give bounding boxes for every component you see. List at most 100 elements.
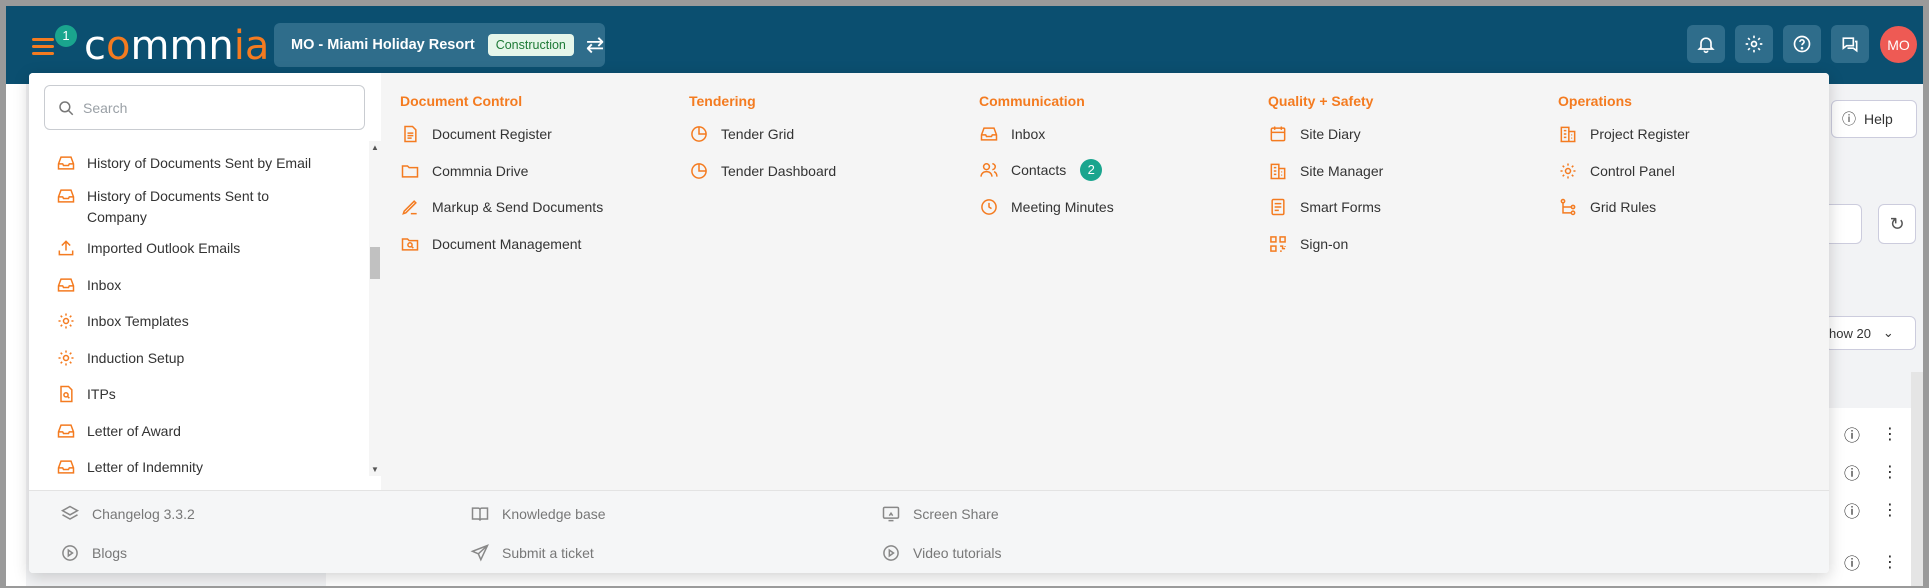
qr-code-icon <box>1268 234 1288 254</box>
refresh-button[interactable]: ↻ <box>1878 204 1916 244</box>
menu-item-label: Site Manager <box>1300 163 1384 179</box>
menu-item-grid-rules[interactable]: Grid Rules <box>1558 197 1656 217</box>
menu-item-contacts[interactable]: Contacts 2 <box>979 159 1103 181</box>
document-icon <box>400 124 420 144</box>
menu-item-site-manager[interactable]: Site Manager <box>1268 161 1383 181</box>
chat-button[interactable] <box>1831 25 1869 63</box>
search-input[interactable] <box>83 99 343 116</box>
menu-item-label: Tender Grid <box>721 126 795 142</box>
list-item[interactable]: History of Documents Sent to Company <box>56 186 306 228</box>
menu-item-document-register[interactable]: Document Register <box>400 124 552 144</box>
list-item-label: ITPs <box>87 386 116 402</box>
submit-ticket-link[interactable]: Submit a ticket <box>470 543 594 563</box>
menu-item-list: History of Documents Sent by Email Histo… <box>29 138 374 476</box>
list-item[interactable]: ITPs <box>56 384 116 405</box>
pie-chart-icon <box>689 124 709 144</box>
blogs-label: Blogs <box>92 545 128 561</box>
project-stage-badge: Construction <box>487 34 574 56</box>
menu-item-smart-forms[interactable]: Smart Forms <box>1268 197 1381 217</box>
sidebar-scrollbar[interactable]: ▲ ▼ <box>369 141 381 476</box>
menu-icon[interactable] <box>32 38 54 55</box>
menu-item-label: Commnia Drive <box>432 163 529 179</box>
book-icon <box>470 504 490 524</box>
menu-item-label: Site Diary <box>1300 126 1361 142</box>
building-icon <box>1268 161 1288 181</box>
project-selector[interactable]: MO - Miami Holiday Resort Construction ⇄ <box>274 23 605 67</box>
menu-item-commnia-drive[interactable]: Commnia Drive <box>400 161 528 181</box>
help-label: Help <box>1864 111 1893 127</box>
menu-item-meeting-minutes[interactable]: Meeting Minutes <box>979 197 1114 217</box>
blogs-link[interactable]: Blogs <box>60 543 127 563</box>
switch-project-icon[interactable]: ⇄ <box>586 34 604 56</box>
refresh-icon: ↻ <box>1889 213 1905 234</box>
column-title: Communication <box>979 93 1085 109</box>
menu-item-sign-on[interactable]: Sign-on <box>1268 234 1348 254</box>
notifications-button[interactable] <box>1687 25 1725 63</box>
folder-search-icon <box>400 234 420 254</box>
gear-icon <box>56 311 76 331</box>
more-icon[interactable]: ⋮ <box>1882 552 1898 572</box>
screen-share-label: Screen Share <box>913 506 999 522</box>
info-icon[interactable]: ⓘ <box>1844 498 1860 522</box>
changelog-label: Changelog 3.3.2 <box>92 506 195 522</box>
background-scrollbar[interactable] <box>1911 372 1923 586</box>
send-icon <box>470 543 490 563</box>
background-input[interactable] <box>1826 204 1862 244</box>
more-icon[interactable]: ⋮ <box>1882 462 1898 482</box>
menu-item-control-panel[interactable]: Control Panel <box>1558 161 1675 181</box>
users-icon <box>979 160 999 180</box>
scroll-down-icon[interactable]: ▼ <box>371 465 379 474</box>
list-item[interactable]: Letter of Award <box>56 421 181 442</box>
menu-item-site-diary[interactable]: Site Diary <box>1268 124 1361 144</box>
help-button[interactable]: ⓘ Help <box>1831 100 1917 138</box>
scroll-up-icon[interactable]: ▲ <box>371 143 379 152</box>
search-box[interactable] <box>44 85 365 130</box>
menu-item-label: Smart Forms <box>1300 199 1381 215</box>
inbox-icon <box>56 457 76 476</box>
app-frame: ⓘ Help ↻ how 20 ⌄ ⓘ ⋮ ⓘ ⋮ ⓘ ⋮ ⓘ ⋮ 1 commnia … <box>6 6 1923 586</box>
menu-item-tender-grid[interactable]: Tender Grid <box>689 124 794 144</box>
inbox-icon <box>56 275 76 295</box>
menu-item-inbox[interactable]: Inbox <box>979 124 1045 144</box>
menu-item-tender-dashboard[interactable]: Tender Dashboard <box>689 161 836 181</box>
menu-item-document-management[interactable]: Document Management <box>400 234 581 254</box>
knowledge-base-link[interactable]: Knowledge base <box>470 504 606 524</box>
menu-item-label: Project Register <box>1590 126 1690 142</box>
more-icon[interactable]: ⋮ <box>1882 500 1898 520</box>
list-item[interactable]: Imported Outlook Emails <box>56 238 240 259</box>
info-icon[interactable]: ⓘ <box>1844 550 1860 574</box>
list-item[interactable]: Letter of Indemnity <box>56 457 203 476</box>
chevron-down-icon: ⌄ <box>1882 325 1894 340</box>
menu-item-markup-send[interactable]: Markup & Send Documents <box>400 197 603 217</box>
menu-item-label: Control Panel <box>1590 163 1675 179</box>
changelog-link[interactable]: Changelog 3.3.2 <box>60 504 195 524</box>
more-icon[interactable]: ⋮ <box>1882 424 1898 444</box>
list-item[interactable]: History of Documents Sent by Email <box>56 153 311 174</box>
scrollbar-thumb[interactable] <box>370 247 380 279</box>
gear-icon <box>1745 35 1763 53</box>
bell-icon <box>1697 37 1715 54</box>
menu-item-project-register[interactable]: Project Register <box>1558 124 1690 144</box>
menu-item-label: Contacts <box>1011 162 1067 178</box>
menu-item-label: Sign-on <box>1300 236 1349 252</box>
menu-item-label: Inbox <box>1011 126 1046 142</box>
user-avatar[interactable]: MO <box>1880 26 1917 63</box>
column-title: Operations <box>1558 93 1632 109</box>
settings-button[interactable] <box>1735 25 1773 63</box>
list-item[interactable]: Inbox <box>56 275 121 296</box>
screen-share-link[interactable]: Screen Share <box>881 504 999 524</box>
list-item[interactable]: Induction Setup <box>56 348 184 369</box>
column-document-control: Document Control <box>400 91 522 111</box>
column-communication: Communication <box>979 91 1085 111</box>
info-icon[interactable]: ⓘ <box>1844 422 1860 446</box>
help-center-button[interactable] <box>1783 25 1821 63</box>
menu-item-label: Grid Rules <box>1590 199 1657 215</box>
list-item[interactable]: Inbox Templates <box>56 311 189 332</box>
list-item-label: Letter of Award <box>87 423 181 439</box>
info-icon[interactable]: ⓘ <box>1844 460 1860 484</box>
play-circle-icon <box>881 543 901 563</box>
calendar-icon <box>1268 124 1288 144</box>
chat-icon <box>1842 37 1858 53</box>
page-size-select[interactable]: how 20 ⌄ <box>1824 316 1916 350</box>
video-tutorials-link[interactable]: Video tutorials <box>881 543 1001 563</box>
